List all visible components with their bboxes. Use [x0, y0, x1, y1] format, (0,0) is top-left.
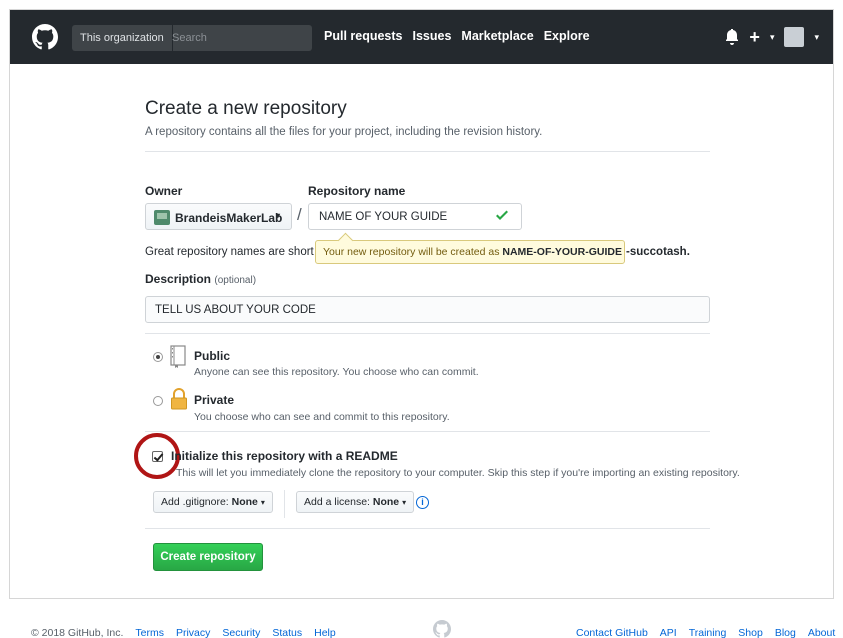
footer-link-shop[interactable]: Shop: [738, 627, 763, 638]
owner-avatar: [154, 210, 170, 225]
license-select[interactable]: Add a license: None ▾: [296, 491, 415, 513]
footer-link-about[interactable]: About: [808, 627, 835, 638]
owner-select[interactable]: BrandeisMakerLab ▾: [145, 203, 292, 230]
nav-pull-requests[interactable]: Pull requests: [324, 29, 403, 43]
public-radio[interactable]: [153, 352, 163, 362]
tooltip-repo-name: NAME-OF-YOUR-GUIDE: [502, 246, 622, 258]
repo-book-icon: [170, 345, 186, 368]
footer-right: Contact GitHub API Training Shop Blog Ab…: [576, 627, 835, 638]
footer-link-status[interactable]: Status: [272, 627, 302, 638]
owner-separator: /: [297, 205, 302, 224]
bell-icon[interactable]: [725, 28, 739, 46]
search-box[interactable]: This organization Search: [72, 25, 312, 51]
github-mark-icon[interactable]: [433, 620, 451, 638]
description-input[interactable]: TELL US ABOUT YOUR CODE: [145, 296, 710, 323]
owner-value: BrandeisMakerLab: [175, 211, 283, 225]
checkmark-icon: [496, 210, 508, 220]
main-nav: Pull requests Issues Marketplace Explore: [324, 29, 590, 43]
repo-name-hint: Great repository names are short: [145, 246, 314, 258]
top-header: This organization Search Pull requests I…: [10, 10, 833, 64]
readme-title: Initialize this repository with a README: [171, 449, 398, 463]
nav-issues[interactable]: Issues: [413, 29, 452, 43]
footer-link-security[interactable]: Security: [222, 627, 260, 638]
divider: [145, 151, 710, 152]
footer-link-api[interactable]: API: [660, 627, 677, 638]
chevron-down-icon[interactable]: ▾: [770, 24, 775, 50]
public-title: Public: [194, 349, 231, 363]
page-subtitle: A repository contains all the files for …: [145, 126, 543, 138]
nav-explore[interactable]: Explore: [544, 29, 590, 43]
avatar[interactable]: [784, 27, 805, 47]
page-title: Create a new repository: [145, 98, 347, 119]
github-logo-icon[interactable]: [32, 24, 58, 50]
divider: [145, 431, 710, 432]
divider: [284, 490, 285, 518]
divider: [145, 528, 710, 529]
footer-left: © 2018 GitHub, Inc. Terms Privacy Securi…: [31, 627, 336, 638]
footer-link-training[interactable]: Training: [689, 627, 727, 638]
gitignore-label: Add .gitignore:: [161, 496, 229, 508]
repo-name-label: Repository name: [308, 184, 406, 198]
footer-link-terms[interactable]: Terms: [135, 627, 164, 638]
footer-link-privacy[interactable]: Privacy: [176, 627, 210, 638]
footer-copyright: © 2018 GitHub, Inc.: [31, 627, 124, 638]
create-repository-button[interactable]: Create repository: [153, 543, 263, 571]
divider: [145, 333, 710, 334]
private-radio[interactable]: [153, 396, 163, 406]
chevron-down-icon: ▾: [260, 498, 265, 507]
repo-name-suggestion[interactable]: -succotash.: [626, 246, 690, 258]
license-value: None: [372, 496, 400, 508]
private-desc: You choose who can see and commit to thi…: [194, 411, 450, 423]
description-label: Description (optional): [145, 272, 256, 286]
lock-icon: [171, 388, 187, 410]
chevron-down-icon: ▾: [276, 211, 281, 220]
nav-marketplace[interactable]: Marketplace: [461, 29, 533, 43]
chevron-down-icon: ▾: [402, 498, 407, 507]
description-optional: (optional): [214, 275, 257, 286]
header-actions: + ▾ ▾: [725, 24, 819, 50]
footer-link-blog[interactable]: Blog: [775, 627, 796, 638]
chevron-down-icon[interactable]: ▾: [814, 24, 819, 50]
gitignore-value: None: [231, 496, 258, 508]
repo-name-tooltip: Your new repository will be created as N…: [315, 240, 625, 264]
license-label: Add a license:: [304, 496, 370, 508]
owner-label: Owner: [145, 184, 183, 198]
public-desc: Anyone can see this repository. You choo…: [194, 366, 479, 378]
tooltip-text: Your new repository will be created as: [323, 246, 500, 258]
private-title: Private: [194, 393, 235, 407]
footer-link-contact[interactable]: Contact GitHub: [576, 627, 648, 638]
repo-name-input[interactable]: NAME OF YOUR GUIDE: [308, 203, 522, 230]
browser-frame: This organization Search Pull requests I…: [9, 9, 834, 599]
plus-icon[interactable]: +: [749, 24, 760, 50]
footer-link-help[interactable]: Help: [314, 627, 336, 638]
search-input[interactable]: Search: [172, 25, 207, 51]
info-icon[interactable]: i: [416, 496, 429, 509]
description-label-text: Description: [145, 272, 212, 286]
search-scope[interactable]: This organization: [72, 25, 173, 51]
readme-desc: This will let you immediately clone the …: [176, 467, 740, 479]
gitignore-select[interactable]: Add .gitignore: None ▾: [153, 491, 273, 513]
